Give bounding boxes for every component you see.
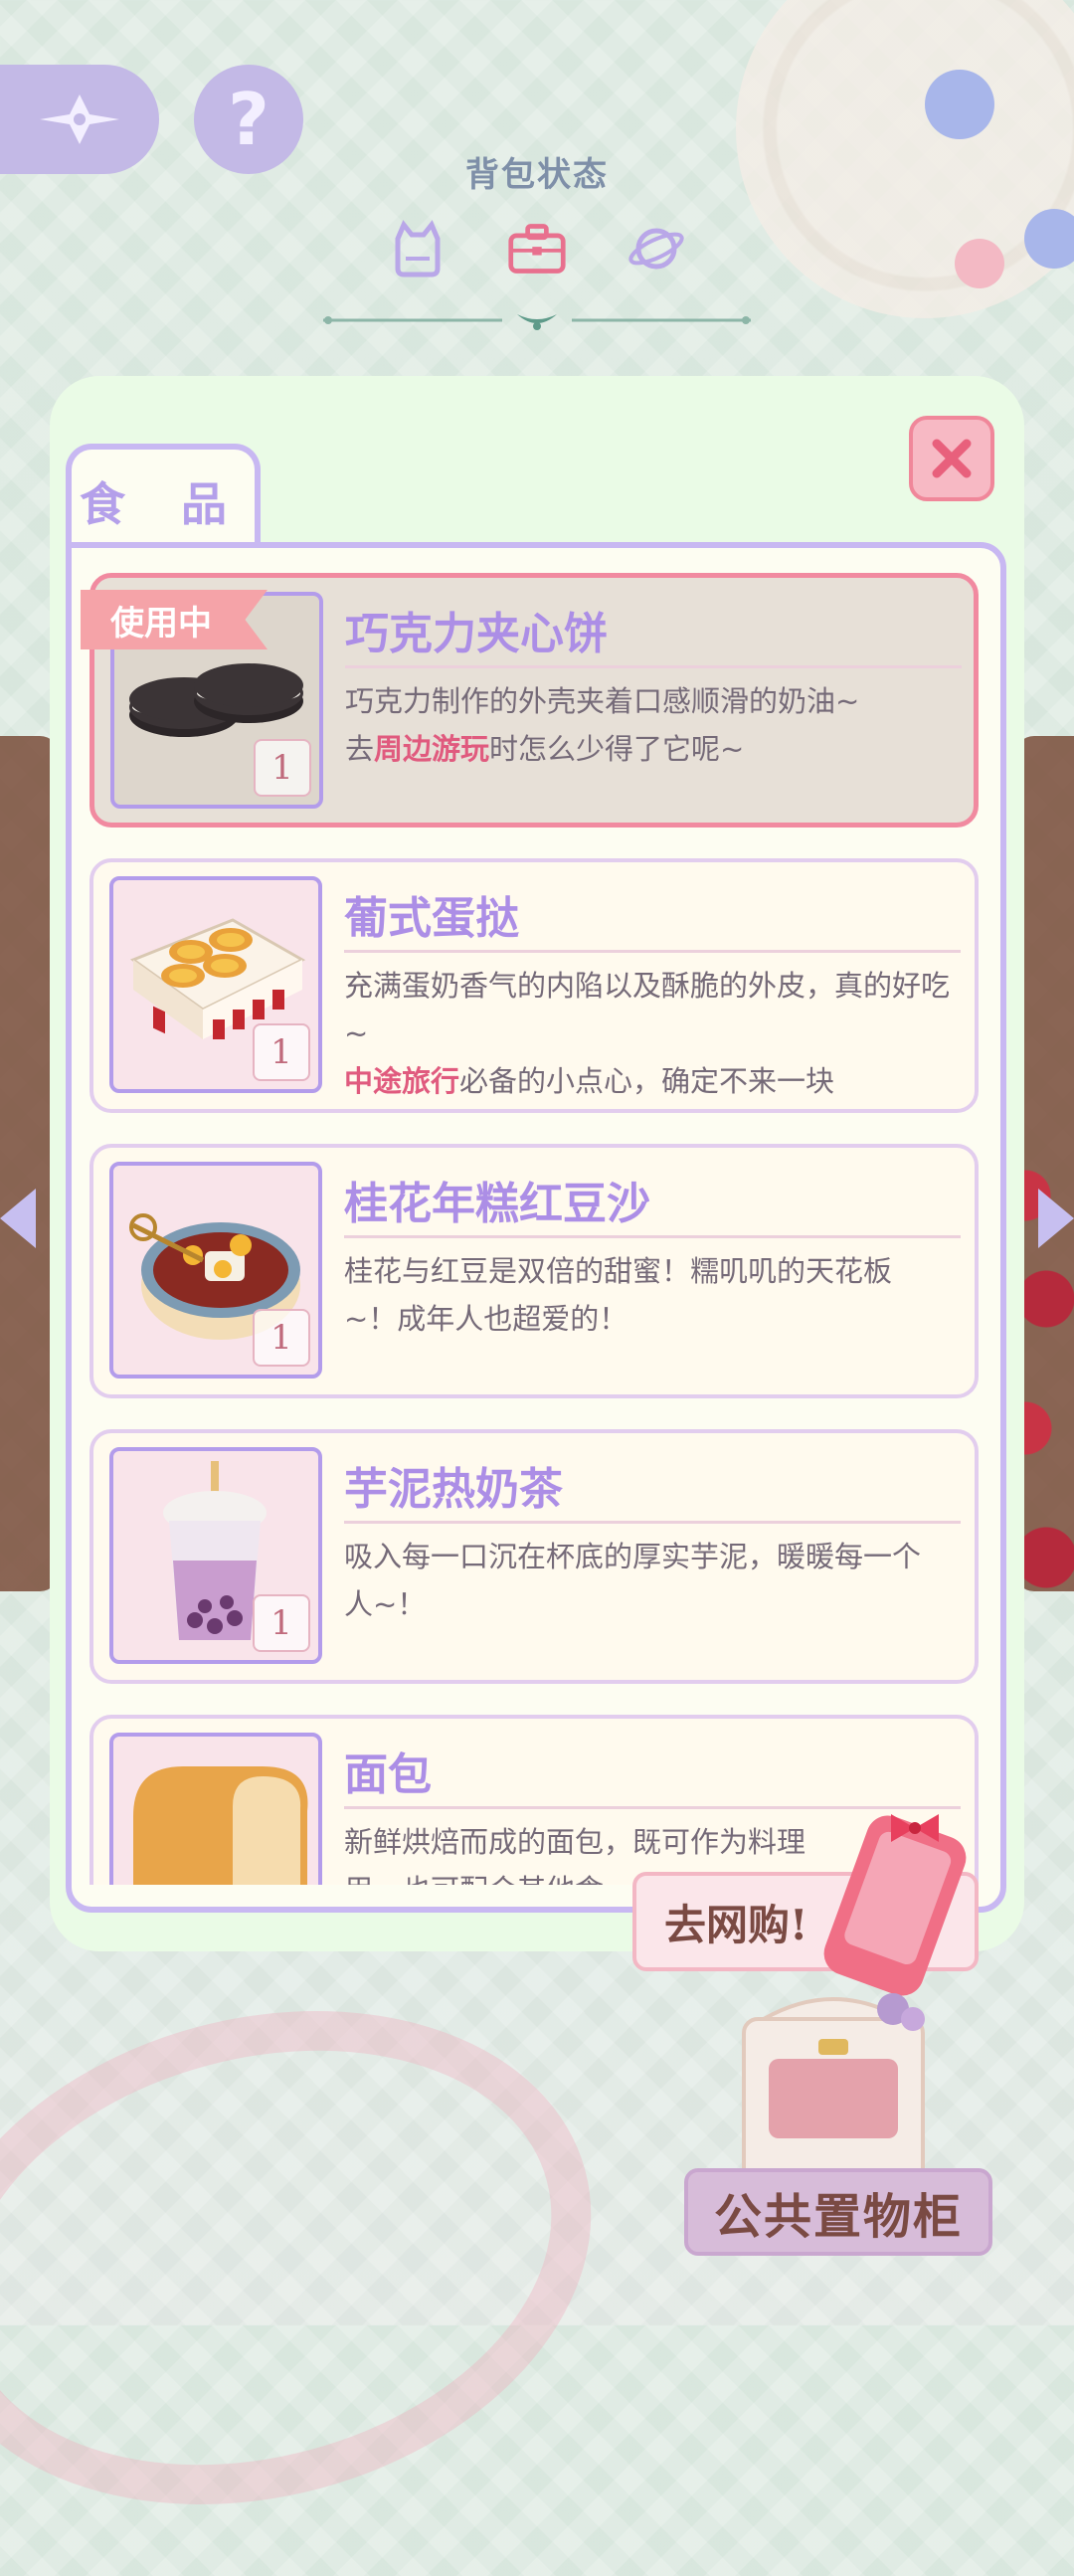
ribbon-decoration bbox=[0, 1939, 647, 2576]
public-locker-label-plate[interactable]: 公共置物柜 bbox=[684, 2168, 992, 2256]
bread-loaf-image bbox=[133, 1766, 308, 1885]
tab-food[interactable]: 食 品 bbox=[66, 444, 261, 553]
in-use-badge: 使用中 bbox=[81, 590, 268, 649]
name-underline bbox=[344, 1521, 961, 1524]
flower-decoration bbox=[925, 70, 994, 139]
close-icon bbox=[932, 439, 972, 478]
item-thumbnail: 1 bbox=[109, 1162, 322, 1379]
compass-star-icon bbox=[40, 94, 119, 144]
item-name: 桂花年糕红豆沙 bbox=[344, 1179, 650, 1229]
item-card-taro-milk-tea[interactable]: 1 芋泥热奶茶 吸入每一口沉在杯底的厚实芋泥，暖暖每一个人~！ bbox=[90, 1429, 979, 1684]
tab-briefcase[interactable] bbox=[507, 219, 567, 278]
quantity-badge: 1 bbox=[253, 1594, 310, 1652]
item-name: 葡式蛋挞 bbox=[344, 893, 519, 944]
bow-icon bbox=[891, 1814, 939, 1842]
flower-decoration bbox=[955, 239, 1004, 288]
backpack-tabs bbox=[388, 214, 686, 283]
name-underline bbox=[344, 1235, 961, 1238]
tab-cat-bag[interactable] bbox=[388, 219, 448, 278]
public-locker-label: 公共置物柜 bbox=[713, 2189, 963, 2245]
page-title: 背包状态 bbox=[465, 155, 609, 195]
item-card-chocolate-sandwich-cookie[interactable]: 1 使用中 巧克力夹心饼 巧克力制作的外壳夹着口感顺滑的奶油~ 去周边游玩时怎么少… bbox=[81, 573, 979, 828]
cat-bag-icon bbox=[395, 220, 441, 277]
item-list[interactable]: 1 使用中 巧克力夹心饼 巧克力制作的外壳夹着口感顺滑的奶油~ 去周边游玩时怎么少… bbox=[78, 557, 992, 1885]
item-description: 充满蛋奶香气的内陷以及酥脆的外皮，真的好吃~ 中途旅行必备的小点心，确定不来一块 bbox=[344, 969, 951, 1098]
item-name: 巧克力夹心饼 bbox=[345, 609, 608, 659]
name-underline bbox=[344, 1806, 961, 1809]
ornament-divider bbox=[323, 314, 751, 330]
next-page-arrow[interactable] bbox=[1038, 1189, 1074, 1248]
close-button[interactable] bbox=[909, 416, 994, 501]
item-name: 面包 bbox=[344, 1749, 432, 1800]
tab-planet[interactable] bbox=[626, 219, 686, 278]
item-card-bread[interactable]: 面包 新鲜烘焙而成的面包，既可作为料理用，也可配合其他食 bbox=[90, 1715, 979, 1885]
quantity-badge: 1 bbox=[253, 1023, 310, 1081]
item-name: 芋泥热奶茶 bbox=[344, 1464, 563, 1515]
briefcase-icon bbox=[508, 224, 566, 274]
planet-icon bbox=[628, 228, 684, 270]
online-shop-label: 去网购! bbox=[664, 1900, 808, 1949]
quantity-badge: 1 bbox=[254, 739, 311, 797]
quantity-badge: 1 bbox=[253, 1309, 310, 1367]
item-description: 巧克力制作的外壳夹着口感顺滑的奶油~ 去周边游玩时怎么少得了它呢~ bbox=[345, 684, 860, 766]
item-thumbnail bbox=[109, 1733, 322, 1885]
item-description: 桂花与红豆是双倍的甜蜜！糯叽叽的天花板~！成年人也超爱的！ bbox=[344, 1254, 893, 1336]
item-card-egg-tart[interactable]: 1 葡式蛋挞 充满蛋奶香气的内陷以及酥脆的外皮，真的好吃~ 中途旅行必备的小点心，… bbox=[90, 858, 979, 1113]
item-description: 吸入每一口沉在杯底的厚实芋泥，暖暖每一个人~！ bbox=[344, 1540, 922, 1621]
item-thumbnail: 1 bbox=[109, 876, 322, 1093]
item-card-osmanthus-red-bean[interactable]: 1 桂花年糕红豆沙 桂花与红豆是双倍的甜蜜！糯叽叽的天花板~！成年人也超爱的！ bbox=[90, 1144, 979, 1398]
name-underline bbox=[344, 950, 961, 953]
tab-food-label: 食 品 bbox=[79, 477, 247, 531]
prev-page-arrow[interactable] bbox=[0, 1189, 36, 1248]
item-thumbnail: 1 bbox=[109, 1447, 322, 1664]
name-underline bbox=[345, 665, 962, 668]
